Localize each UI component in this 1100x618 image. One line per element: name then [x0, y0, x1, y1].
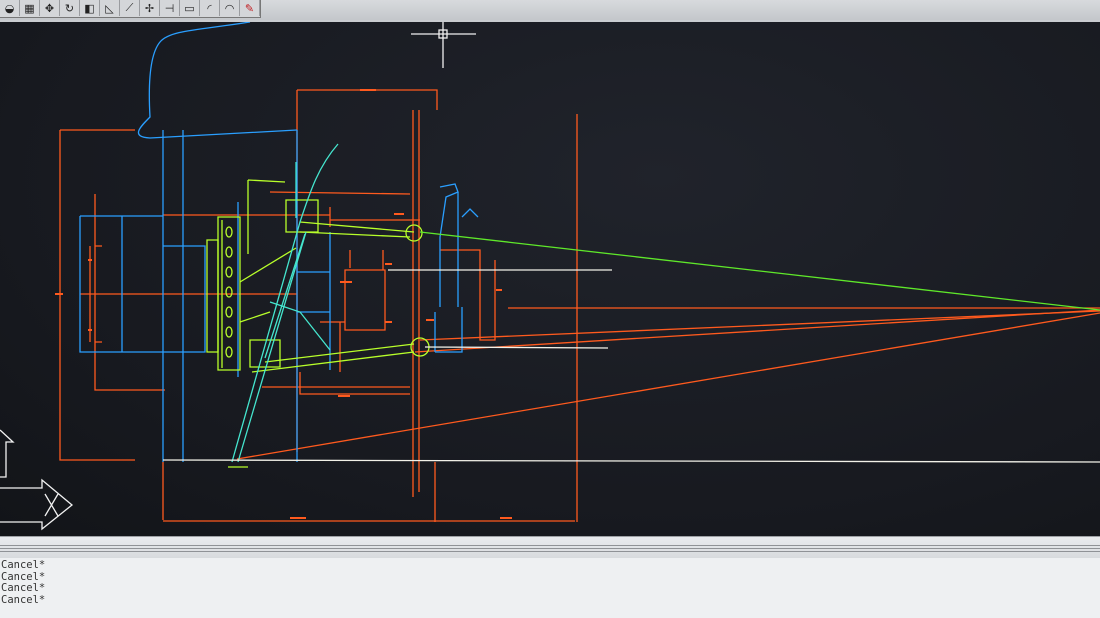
shape-icon[interactable]: ◺ [100, 0, 120, 16]
green-sight-line [419, 231, 1100, 311]
diagonal-line-icon[interactable]: ⟋ [120, 0, 140, 16]
command-history-line: Cancel* [1, 559, 46, 571]
pencil-icon[interactable]: ✎ [240, 0, 260, 16]
frame-icon[interactable]: ▭ [180, 0, 200, 16]
command-history-line: Cancel* [1, 582, 46, 594]
view-icon[interactable]: ◧ [80, 0, 100, 16]
command-line-history[interactable]: Cancel* Cancel* Cancel* Cancel* [0, 558, 1100, 618]
toolbar-button-group: ◒ ▦ ✥ ↻ ◧ ◺ ⟋ ✢ ⊣ ▭ ◜ ◠ ✎ [0, 0, 261, 18]
orange-layer [59, 89, 1100, 522]
command-history-line: Cancel* [1, 593, 46, 606]
pan-eye-icon[interactable]: ◒ [0, 0, 20, 16]
arc-icon[interactable]: ◜ [200, 0, 220, 16]
crosshair-cursor [411, 22, 476, 68]
green-bolt-circles [225, 224, 430, 358]
curve-icon[interactable]: ◠ [220, 0, 240, 16]
cad-drawing[interactable] [0, 22, 1100, 536]
dimension-tick-marks [55, 89, 512, 519]
cross-line-icon[interactable]: ✢ [140, 0, 160, 16]
panel-divider[interactable] [0, 536, 1100, 559]
cyan-layer [79, 22, 479, 462]
rotate-icon[interactable]: ↻ [60, 0, 80, 16]
drawing-viewport[interactable] [0, 22, 1100, 536]
command-history-line: Cancel* [1, 570, 46, 583]
move-icon[interactable]: ✥ [40, 0, 60, 16]
ucs-axis-icon [0, 429, 74, 531]
grid-icon[interactable]: ▦ [20, 0, 40, 16]
toolbar: ◒ ▦ ✥ ↻ ◧ ◺ ⟋ ✢ ⊣ ▭ ◜ ◠ ✎ [0, 0, 1100, 20]
dimension-icon[interactable]: ⊣ [160, 0, 180, 16]
